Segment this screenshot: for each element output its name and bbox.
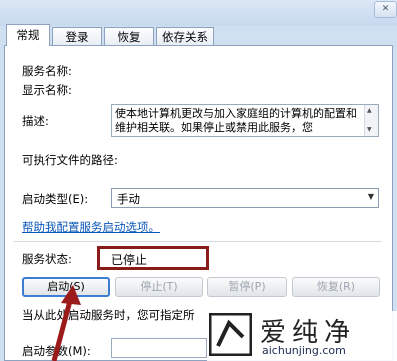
tab-general[interactable]: 常规 xyxy=(6,24,50,46)
display-name-label: 显示名称: xyxy=(22,83,72,97)
scroll-up-icon[interactable]: ▲ xyxy=(367,107,372,114)
chevron-down-icon: ▼ xyxy=(367,192,374,201)
description-label: 描述: xyxy=(22,114,49,128)
startup-type-value: 手动 xyxy=(117,192,140,206)
tab-recovery[interactable]: 恢复 xyxy=(104,27,154,45)
tab-label: 常规 xyxy=(16,28,40,42)
stop-button[interactable]: 停止(T) xyxy=(115,277,203,297)
pause-button[interactable]: 暂停(P) xyxy=(207,277,287,297)
close-icon[interactable]: ✕ xyxy=(374,1,397,18)
watermark: 爱纯净 aichunjing.com xyxy=(207,311,397,361)
brand-logo-icon xyxy=(209,313,252,356)
description-scrollbar[interactable]: ▲ ▼ xyxy=(364,105,378,136)
window-titlebar xyxy=(0,0,397,26)
exe-path-label: 可执行文件的路径: xyxy=(22,153,118,167)
status-value: 已停止 xyxy=(111,253,148,267)
tab-logon[interactable]: 登录 xyxy=(52,27,102,45)
start-params-input[interactable] xyxy=(111,338,207,358)
description-textbox[interactable]: 使本地计算机更改与加入家庭组的计算机的配置和维护相关联。如果停止或禁用此服务，您… xyxy=(111,104,379,137)
watermark-url: aichunjing.com xyxy=(262,344,346,357)
startup-type-label: 启动类型(E): xyxy=(22,192,89,206)
tab-label: 依存关系 xyxy=(162,30,208,44)
service-status-label: 服务状态: xyxy=(22,252,72,266)
service-name-label: 服务名称: xyxy=(22,64,72,78)
status-highlight-box: 已停止 xyxy=(97,246,209,270)
resume-button[interactable]: 恢复(R) xyxy=(292,277,380,297)
red-arrow-annotation xyxy=(51,285,81,361)
startup-type-select[interactable]: 手动 ▼ xyxy=(111,188,379,208)
tab-label: 登录 xyxy=(65,30,89,44)
description-text: 使本地计算机更改与加入家庭组的计算机的配置和维护相关联。如果停止或禁用此服务，您 xyxy=(115,107,357,134)
divider xyxy=(14,241,382,242)
help-link[interactable]: 帮助我配置服务启动选项。 xyxy=(22,219,160,235)
tab-dependencies[interactable]: 依存关系 xyxy=(156,27,214,45)
tab-label: 恢复 xyxy=(117,30,141,44)
scroll-down-icon[interactable]: ▼ xyxy=(367,126,372,133)
